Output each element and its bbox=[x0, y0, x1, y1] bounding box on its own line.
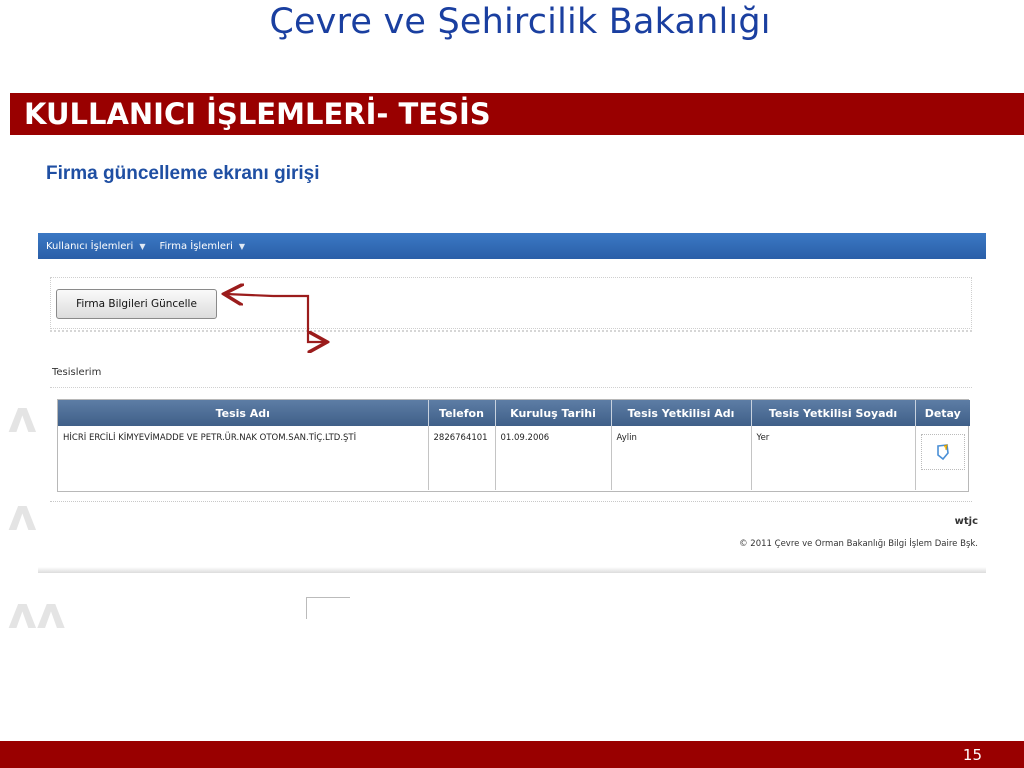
decorative-frame bbox=[306, 597, 350, 619]
tesislerim-label: Tesislerim bbox=[52, 367, 102, 378]
column-header-kurulus-tarihi[interactable]: Kuruluş Tarihi bbox=[495, 400, 612, 426]
cell-kurulus-tarihi: 01.09.2006 bbox=[495, 426, 612, 490]
decorative-chevron-icon: ʌ bbox=[8, 392, 37, 443]
decorative-chevron-icon: ʌʌ bbox=[8, 588, 66, 639]
footer-bar: 15 bbox=[0, 741, 1024, 768]
edit-detail-icon bbox=[936, 444, 949, 461]
cell-tesis-adi: HİCRİ ERCİLİ KİMYEVİMADDE VE PETR.ÜR.NAK… bbox=[58, 426, 429, 490]
brand-mark: wtjc bbox=[954, 516, 978, 527]
detay-button[interactable] bbox=[920, 434, 965, 470]
app-screenshot: Kullanıcı İşlemleri ▼ Firma İşlemleri ▼ … bbox=[38, 233, 986, 573]
column-header-detay: Detay bbox=[915, 400, 970, 426]
section-header-bar: KULLANICI İŞLEMLERİ- TESİS bbox=[10, 93, 1024, 135]
cell-yetkili-adi: Aylin bbox=[611, 426, 752, 490]
column-header-telefon[interactable]: Telefon bbox=[428, 400, 496, 426]
decorative-chevron-icon: ʌ bbox=[8, 490, 37, 541]
column-header-tesis-adi[interactable]: Tesis Adı bbox=[58, 400, 429, 426]
table-header-row: Tesis Adı Telefon Kuruluş Tarihi Tesis Y… bbox=[58, 400, 970, 426]
tesis-table: Tesis Adı Telefon Kuruluş Tarihi Tesis Y… bbox=[57, 399, 970, 492]
cell-yetkili-soyadi: Yer bbox=[751, 426, 916, 490]
table-row: HİCRİ ERCİLİ KİMYEVİMADDE VE PETR.ÜR.NAK… bbox=[58, 426, 970, 490]
column-header-yetkili-adi[interactable]: Tesis Yetkilisi Adı bbox=[611, 400, 752, 426]
annotation-arrow-icon bbox=[38, 233, 986, 363]
divider bbox=[50, 387, 972, 388]
page-number: 15 bbox=[962, 746, 982, 764]
column-header-yetkili-soyadi[interactable]: Tesis Yetkilisi Soyadı bbox=[751, 400, 916, 426]
divider bbox=[50, 501, 972, 502]
cell-detay bbox=[915, 426, 970, 490]
cell-telefon: 2826764101 bbox=[428, 426, 496, 490]
app-bottom-edge bbox=[38, 567, 986, 573]
copyright-text: © 2011 Çevre ve Orman Bakanlığı Bilgi İş… bbox=[739, 539, 978, 549]
slide-title: Çevre ve Şehircilik Bakanlığı bbox=[269, 2, 771, 42]
subtitle: Firma güncelleme ekranı girişi bbox=[46, 163, 320, 184]
